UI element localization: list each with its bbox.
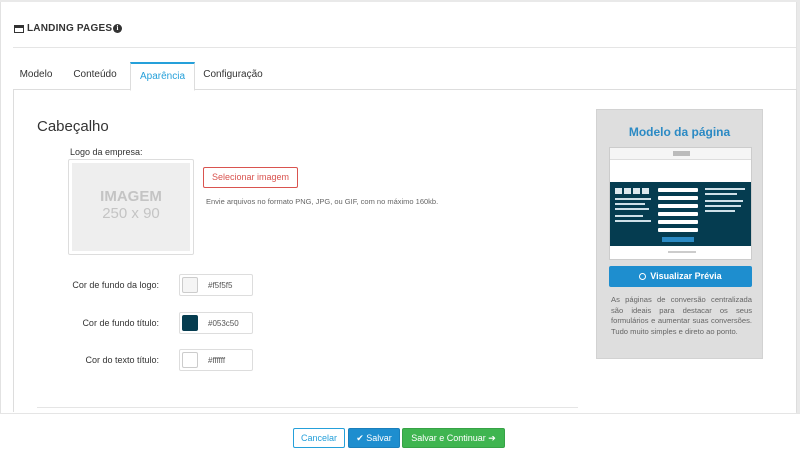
thumbnail-subheadline: ​ [610, 171, 751, 175]
tab-modelo[interactable]: Modelo [13, 62, 59, 90]
color-swatch[interactable] [182, 315, 198, 331]
thumbnail-title-band [610, 182, 751, 246]
logo-bg-color-label: Cor de fundo da logo: [72, 280, 159, 290]
search-icon [639, 273, 647, 280]
thumbnail-card [642, 188, 649, 194]
thumbnail-text-line [615, 220, 651, 222]
title-text-color-input[interactable]: #ffffff [179, 349, 253, 371]
thumbnail-card [624, 188, 631, 194]
arrow-right-icon: ➔ [488, 433, 496, 443]
select-image-button[interactable]: Selecionar imagem [203, 167, 298, 188]
logo-placeholder: IMAGEM 250 x 90 [68, 159, 194, 255]
thumbnail-form-field [658, 196, 698, 200]
tab-content: Cabeçalho Logo da empresa: IMAGEM 250 x … [13, 90, 797, 412]
logo-placeholder-text: IMAGEM [100, 188, 162, 205]
thumbnail-text-line [705, 193, 737, 195]
thumbnail-text-line [705, 210, 735, 212]
thumbnail-form-field [658, 220, 698, 224]
panel-header: LANDING PAGES i [13, 22, 796, 48]
save-button-label: Salvar [366, 433, 392, 443]
window-icon [14, 25, 24, 33]
thumbnail-text-line [615, 208, 649, 210]
color-value: #053c50 [208, 319, 239, 328]
preview-button[interactable]: Visualizar Prévia [609, 266, 752, 287]
preview-title: Modelo da página [628, 125, 731, 139]
section-title: Cabeçalho [37, 118, 109, 135]
save-continue-button[interactable]: Salvar e Continuar ➔ [402, 428, 505, 448]
thumbnail-logo [673, 151, 690, 156]
title-text-color-label: Cor do texto título: [85, 355, 159, 365]
thumbnail-text-line [615, 215, 643, 217]
logo-placeholder-image: IMAGEM 250 x 90 [72, 163, 190, 251]
template-thumbnail: ​ ​ [609, 147, 752, 260]
tab-configuracao[interactable]: Configuração [197, 62, 269, 90]
page-title: LANDING PAGES [27, 23, 113, 34]
check-icon: ✔ [356, 433, 364, 443]
thumbnail-text-line [705, 205, 741, 207]
title-bg-color-row: Cor de fundo título: #053c50 [14, 312, 274, 334]
upload-help-text: Envie arquivos no formato PNG, JPG, ou G… [206, 197, 439, 206]
logo-bg-color-input[interactable]: #f5f5f5 [179, 274, 253, 296]
preview-button-label: Visualizar Prévia [650, 271, 722, 281]
save-button[interactable]: ✔ Salvar [348, 428, 400, 448]
thumbnail-card [633, 188, 640, 194]
template-preview-card: Modelo da página ​ ​ [596, 109, 763, 359]
tab-aparencia[interactable]: Aparência [130, 62, 195, 91]
info-circle-icon[interactable]: i [113, 24, 122, 33]
thumbnail-text-line [705, 188, 745, 190]
title-text-color-row: Cor do texto título: #ffffff [14, 349, 274, 371]
thumbnail-card [615, 188, 622, 194]
title-bg-color-input[interactable]: #053c50 [179, 312, 253, 334]
tab-conteudo[interactable]: Conteúdo [61, 62, 129, 90]
logo-label: Logo da empresa: [70, 147, 143, 157]
thumbnail-footer [668, 251, 696, 253]
section-divider [37, 407, 578, 408]
cancel-button[interactable]: Cancelar [293, 428, 345, 448]
thumbnail-form-field [658, 188, 698, 192]
thumbnail-form-field [658, 204, 698, 208]
thumbnail-text-line [705, 200, 743, 202]
logo-bg-color-row: Cor de fundo da logo: #f5f5f5 [14, 274, 274, 296]
action-footer: Cancelar ✔ Salvar Salvar e Continuar ➔ [0, 413, 800, 455]
thumbnail-form-field [658, 212, 698, 216]
save-continue-label: Salvar e Continuar [411, 433, 486, 443]
thumbnail-header [610, 148, 751, 160]
preview-description: As páginas de conversão centralizada são… [611, 295, 752, 336]
thumbnail-text-line [615, 198, 651, 200]
tab-bar: Modelo Conteúdo Aparência Configuração [13, 62, 797, 91]
color-swatch[interactable] [182, 352, 198, 368]
color-swatch[interactable] [182, 277, 198, 293]
thumbnail-submit [662, 237, 694, 242]
logo-placeholder-size: 250 x 90 [102, 205, 160, 222]
title-bg-color-label: Cor de fundo título: [82, 318, 159, 328]
color-value: #ffffff [208, 356, 226, 365]
color-value: #f5f5f5 [208, 281, 233, 290]
landing-pages-panel: LANDING PAGES i Modelo Conteúdo Aparênci… [0, 2, 797, 455]
thumbnail-headline: ​ [610, 165, 751, 169]
thumbnail-form-field [658, 228, 698, 232]
thumbnail-text-line [615, 203, 645, 205]
